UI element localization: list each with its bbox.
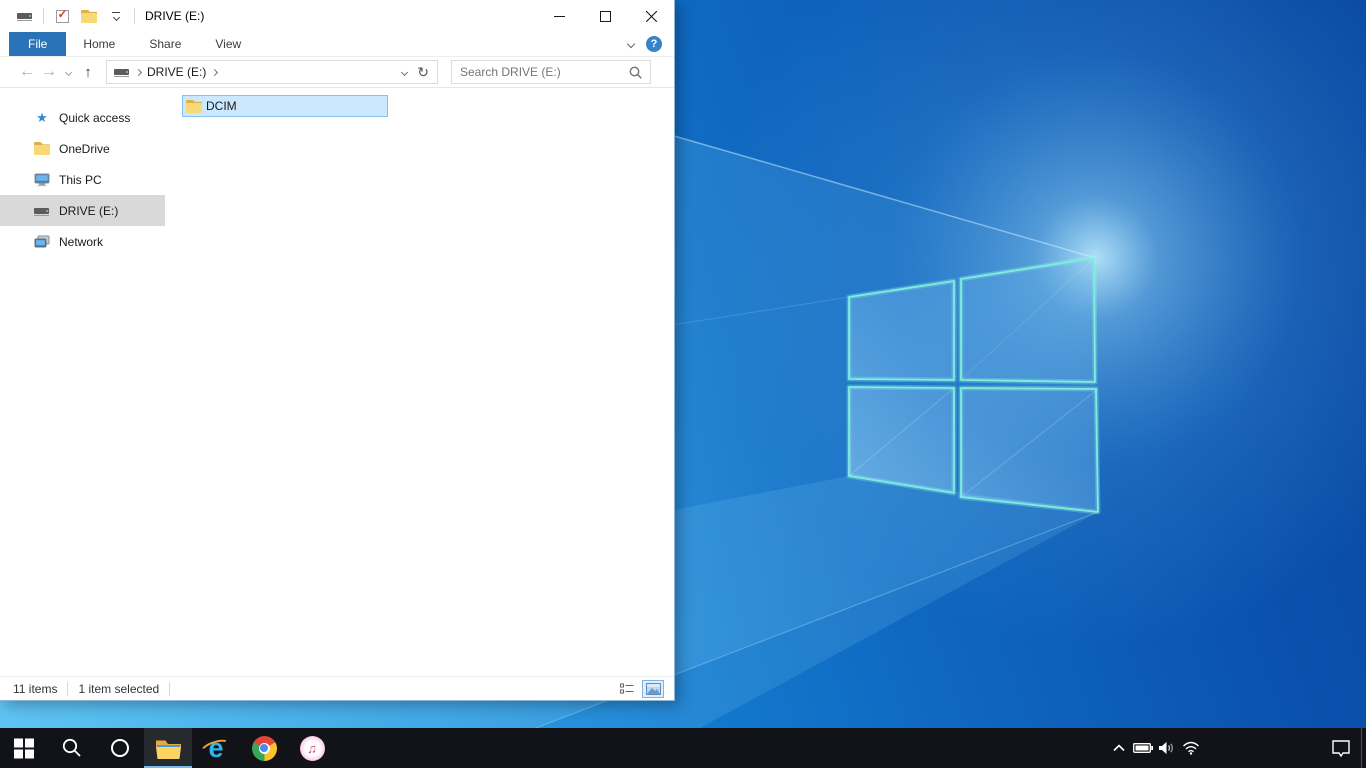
show-desktop-button[interactable] <box>1361 728 1366 768</box>
address-bar[interactable]: DRIVE (E:) ↻ <box>106 60 438 84</box>
quick-access-star-icon: ★ <box>36 110 48 125</box>
tab-share[interactable]: Share <box>132 32 198 56</box>
quick-access-toolbar: ✓ <box>0 7 135 25</box>
separator <box>169 681 171 696</box>
maximize-button[interactable] <box>582 0 628 32</box>
onedrive-folder-icon <box>34 142 50 156</box>
this-pc-icon <box>34 173 50 187</box>
tab-file[interactable]: File <box>9 32 67 56</box>
maximize-icon <box>599 10 611 22</box>
tab-home[interactable]: Home <box>66 32 132 56</box>
cortana-button[interactable] <box>96 728 144 768</box>
close-icon <box>645 10 657 22</box>
separator <box>134 8 135 24</box>
sidebar-item-quick-access[interactable]: ★ Quick access <box>0 102 165 133</box>
check-glyph: ✓ <box>57 6 68 21</box>
address-dropdown-chevron-icon[interactable] <box>401 68 409 76</box>
sidebar-item-label: OneDrive <box>59 141 110 156</box>
search-input[interactable] <box>460 65 629 79</box>
drive-icon <box>34 204 50 218</box>
large-icons-view-icon[interactable] <box>642 679 664 698</box>
internet-explorer-icon: e <box>198 734 233 762</box>
window-title: DRIVE (E:) <box>145 9 205 23</box>
wifi-icon[interactable] <box>1179 728 1203 768</box>
sidebar-item-onedrive[interactable]: OneDrive <box>0 133 165 164</box>
sidebar-item-drive-e[interactable]: DRIVE (E:) <box>0 195 165 226</box>
recent-locations-chevron-icon[interactable] <box>60 68 76 76</box>
search-box <box>451 60 651 84</box>
minimize-icon <box>553 15 565 17</box>
battery-icon[interactable] <box>1131 728 1155 768</box>
help-icon[interactable]: ? <box>646 36 662 52</box>
sidebar-item-label: DRIVE (E:) <box>59 203 119 218</box>
sidebar-item-this-pc[interactable]: This PC <box>0 164 165 195</box>
close-button[interactable] <box>628 0 674 32</box>
action-center-icon <box>1332 739 1350 757</box>
drive-icon <box>16 7 34 25</box>
itunes-icon: ♫ <box>299 735 325 761</box>
folder-content-area[interactable]: DCIM <box>165 88 674 676</box>
items-count: 11 items <box>13 681 58 696</box>
chrome-icon <box>251 735 277 761</box>
volume-icon[interactable] <box>1155 728 1179 768</box>
file-item-label: DCIM <box>206 99 237 113</box>
status-bar: 11 items 1 item selected <box>0 676 674 700</box>
system-tray <box>1107 728 1366 768</box>
search-icon <box>62 738 81 757</box>
drive-icon <box>114 63 130 81</box>
network-icon <box>34 235 50 249</box>
minimize-button[interactable] <box>536 0 582 32</box>
internet-explorer-button[interactable]: e <box>192 728 240 768</box>
sidebar-item-label: Network <box>59 234 104 249</box>
itunes-button[interactable]: ♫ <box>288 728 336 768</box>
search-icon[interactable] <box>629 66 642 79</box>
taskbar: e ♫ <box>0 728 1366 768</box>
details-view-icon[interactable] <box>616 680 638 698</box>
windows-logo-icon <box>14 738 34 759</box>
forward-button[interactable]: → <box>38 64 60 80</box>
separator <box>67 681 69 696</box>
up-button[interactable]: ↑ <box>76 65 100 80</box>
navigation-pane: ★ Quick access OneDrive This PC DRIVE (E… <box>0 88 165 676</box>
breadcrumb-chevron-icon[interactable] <box>211 68 219 76</box>
titlebar[interactable]: ✓ DRIVE (E:) <box>0 0 674 32</box>
file-explorer-icon <box>155 740 181 759</box>
window-body: ★ Quick access OneDrive This PC DRIVE (E… <box>0 88 674 676</box>
customize-toolbar-chevron-icon[interactable] <box>107 7 125 25</box>
folder-icon <box>186 99 202 113</box>
refresh-icon[interactable]: ↻ <box>413 64 433 81</box>
tab-view[interactable]: View <box>198 32 258 56</box>
ribbon-tabs: File Home Share View ? <box>0 32 674 57</box>
sidebar-item-network[interactable]: Network <box>0 226 165 257</box>
window-controls <box>536 0 674 32</box>
sidebar-item-label: Quick access <box>59 110 131 125</box>
expand-ribbon-chevron-icon[interactable] <box>626 39 636 49</box>
start-button[interactable] <box>0 728 48 768</box>
breadcrumb-chevron-icon[interactable] <box>134 68 143 76</box>
sidebar-item-label: This PC <box>59 172 102 187</box>
properties-check-icon[interactable]: ✓ <box>53 7 71 25</box>
file-item-dcim[interactable]: DCIM <box>182 95 388 117</box>
breadcrumb-segment[interactable]: DRIVE (E:) <box>147 65 206 79</box>
hidden-icons-chevron-icon[interactable] <box>1107 728 1131 768</box>
separator <box>43 8 44 24</box>
new-folder-icon[interactable] <box>80 7 98 25</box>
back-button[interactable]: ← <box>16 64 38 80</box>
file-explorer-window: ✓ DRIVE (E:) File Home Share View ? ← → … <box>0 0 675 701</box>
selection-count: 1 item selected <box>78 681 160 696</box>
cortana-circle-icon <box>111 739 129 757</box>
chrome-button[interactable] <box>240 728 288 768</box>
search-button[interactable] <box>48 728 96 768</box>
navigation-bar: ← → ↑ DRIVE (E:) ↻ <box>0 57 674 88</box>
action-center-button[interactable] <box>1321 728 1361 768</box>
file-explorer-button[interactable] <box>144 728 192 768</box>
